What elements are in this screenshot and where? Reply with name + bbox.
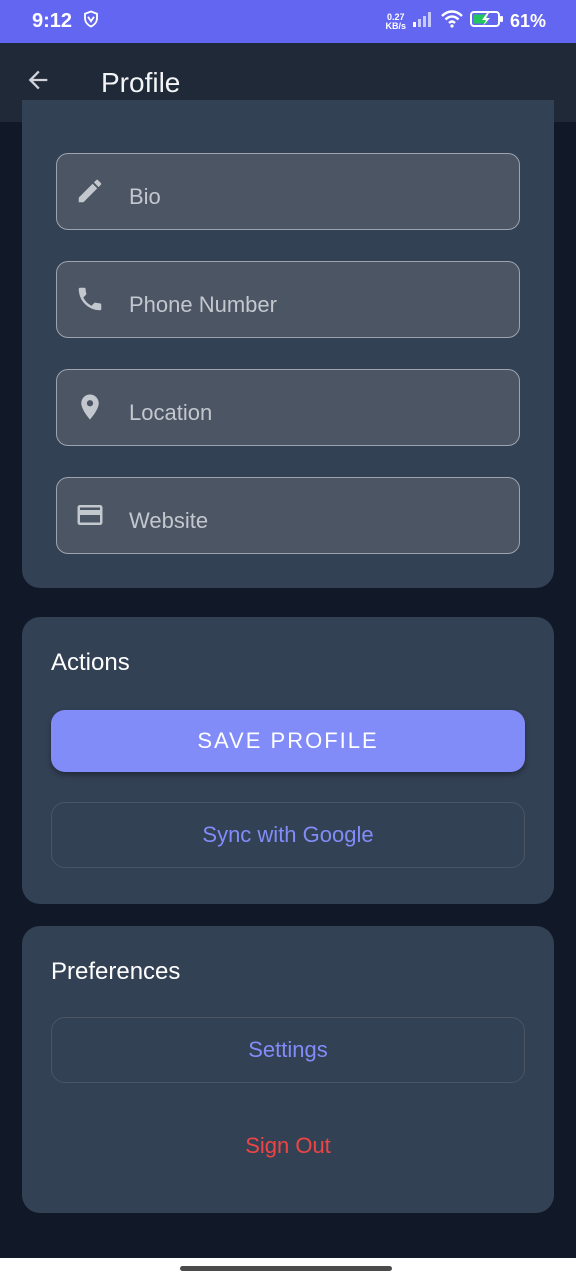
- page-title: Profile: [101, 66, 181, 98]
- website-field[interactable]: [56, 477, 520, 554]
- arrow-back-icon: [24, 66, 52, 99]
- status-left: 9:12: [32, 10, 100, 34]
- actions-card: Actions SAVE PROFILE Sync with Google: [22, 617, 554, 904]
- phone-field[interactable]: [56, 261, 520, 338]
- status-time: 9:12: [32, 10, 73, 32]
- phone-icon: [75, 284, 105, 314]
- location-pin-icon: [75, 392, 105, 422]
- net-speed-unit: KB/s: [385, 20, 406, 31]
- card-icon: [75, 500, 105, 530]
- save-profile-button[interactable]: SAVE PROFILE: [51, 710, 525, 772]
- shield-icon: [82, 10, 100, 34]
- battery-percent: 61%: [509, 11, 546, 31]
- website-input[interactable]: [129, 508, 503, 534]
- settings-button[interactable]: Settings: [51, 1017, 525, 1083]
- location-input[interactable]: [129, 400, 503, 426]
- preferences-card: Preferences Settings Sign Out: [22, 926, 554, 1213]
- wifi-icon: [440, 10, 464, 33]
- bio-field[interactable]: [56, 153, 520, 230]
- status-right: 0.27 KB/s 61%: [385, 10, 546, 33]
- battery-icon: [469, 10, 504, 33]
- sign-out-button[interactable]: Sign Out: [51, 1116, 525, 1176]
- signal-icon: [412, 11, 434, 32]
- profile-fields-card: [22, 100, 554, 588]
- home-handle[interactable]: [180, 1266, 392, 1271]
- gesture-nav-bar: [0, 1258, 576, 1280]
- net-speed: 0.27 KB/s: [385, 12, 406, 31]
- status-bar: 9:12 0.27 KB/s 61%: [0, 0, 576, 43]
- location-field[interactable]: [56, 369, 520, 446]
- bio-input[interactable]: [129, 184, 503, 210]
- phone-input[interactable]: [129, 292, 503, 318]
- pencil-icon: [75, 176, 105, 206]
- sync-google-button[interactable]: Sync with Google: [51, 802, 525, 868]
- preferences-title: Preferences: [51, 958, 181, 985]
- actions-title: Actions: [51, 649, 130, 676]
